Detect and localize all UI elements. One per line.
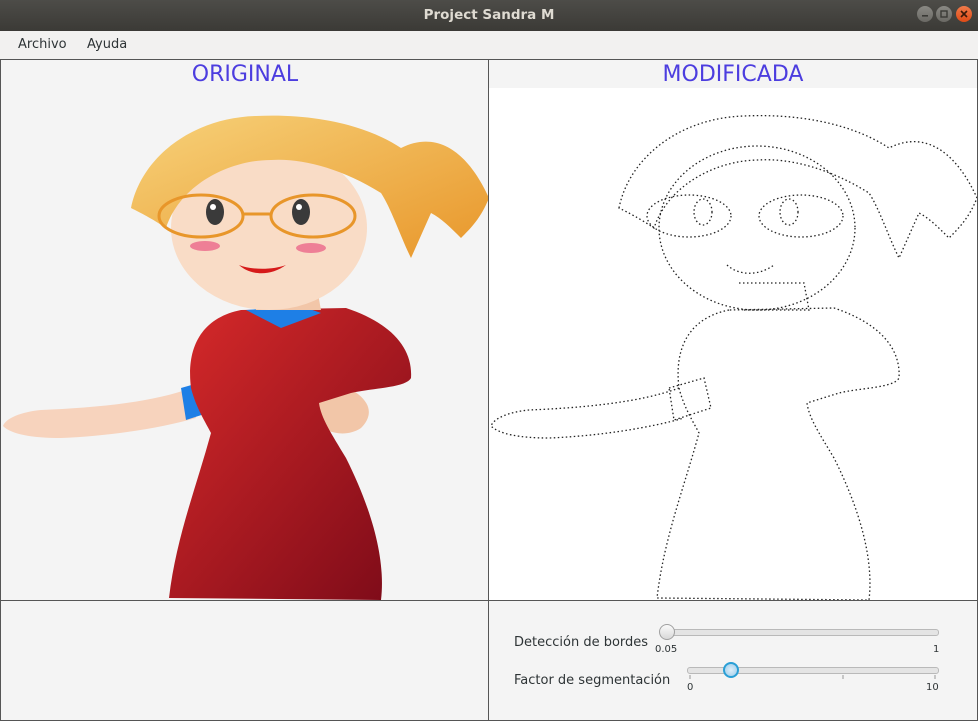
- edge-detection-max: 1: [933, 644, 940, 655]
- minimize-icon: [922, 15, 928, 17]
- modified-panel: MODIFICADA: [488, 59, 978, 602]
- segmentation-max: 10: [926, 682, 939, 693]
- edge-detection-label: Detección de bordes: [514, 635, 649, 650]
- close-button[interactable]: [956, 6, 972, 22]
- edge-detection-track: [667, 629, 939, 636]
- menu-ayuda[interactable]: Ayuda: [87, 37, 127, 52]
- bottom-left-panel: [0, 600, 490, 721]
- modified-image: [489, 88, 977, 602]
- menu-bar: Archivo Ayuda: [0, 31, 978, 59]
- minimize-button[interactable]: [917, 6, 933, 22]
- modified-title: MODIFICADA: [662, 62, 804, 87]
- segmentation-thumb[interactable]: [723, 662, 739, 678]
- original-title: ORIGINAL: [191, 62, 299, 87]
- maximize-icon: [940, 10, 948, 18]
- segmentation-min: 0: [687, 682, 694, 693]
- segmentation-ticks: [689, 675, 936, 679]
- window-titlebar: Project Sandra M: [0, 0, 978, 31]
- controls-panel: Detección de bordes 0.05 1 Factor de seg…: [488, 600, 978, 721]
- edge-detection-min: 0.05: [655, 644, 678, 655]
- maximize-button[interactable]: [936, 6, 952, 22]
- segmentation-label: Factor de segmentación: [514, 673, 671, 688]
- original-panel: ORIGINAL: [0, 59, 490, 602]
- segmentation-slider[interactable]: 0 10: [685, 659, 943, 699]
- close-icon: [960, 10, 968, 18]
- edge-detection-thumb[interactable]: [659, 624, 675, 640]
- menu-archivo[interactable]: Archivo: [18, 37, 67, 52]
- window-title: Project Sandra M: [423, 7, 555, 23]
- edge-detection-slider[interactable]: 0.05 1: [655, 621, 943, 661]
- original-image: [3, 115, 489, 600]
